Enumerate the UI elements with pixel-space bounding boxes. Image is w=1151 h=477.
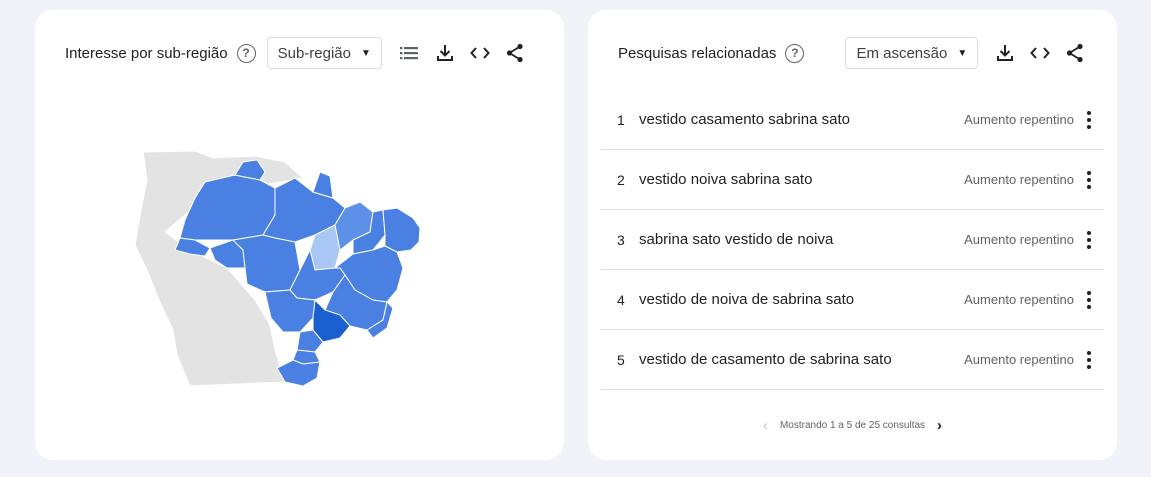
query-link[interactable]: vestido de noiva de sabrina sato bbox=[639, 291, 854, 308]
pagination: ‹ Mostrando 1 a 5 de 25 consultas › bbox=[588, 417, 1117, 434]
subregion-card-title: Interesse por sub-região bbox=[65, 44, 228, 62]
rising-select[interactable]: Em ascensão ▼ bbox=[845, 37, 979, 69]
row-index: 5 bbox=[617, 351, 625, 368]
subregion-interest-card: Interesse por sub-região ? Sub-região ▼ bbox=[35, 10, 564, 460]
subregion-select-value: Sub-região bbox=[277, 44, 351, 62]
query-link[interactable]: sabrina sato vestido de noiva bbox=[639, 231, 833, 248]
query-link[interactable]: vestido noiva sabrina sato bbox=[639, 171, 812, 188]
list-item[interactable]: 5 vestido de casamento de sabrina sato A… bbox=[601, 330, 1104, 390]
list-item[interactable]: 3 sabrina sato vestido de noiva Aumento … bbox=[601, 210, 1104, 270]
more-vert-icon[interactable] bbox=[1082, 110, 1096, 129]
more-vert-icon[interactable] bbox=[1082, 290, 1096, 309]
subregion-card-header: Interesse por sub-região ? Sub-região ▼ bbox=[65, 37, 536, 69]
help-icon[interactable]: ? bbox=[785, 43, 805, 63]
row-index: 3 bbox=[617, 231, 625, 248]
more-vert-icon[interactable] bbox=[1082, 350, 1096, 369]
row-value: Aumento repentino bbox=[964, 172, 1074, 187]
row-value: Aumento repentino bbox=[964, 232, 1074, 247]
help-icon[interactable]: ? bbox=[236, 43, 256, 63]
row-value: Aumento repentino bbox=[964, 292, 1074, 307]
row-index: 1 bbox=[617, 111, 625, 128]
pagination-text: Mostrando 1 a 5 de 25 consultas bbox=[779, 420, 926, 431]
list-item[interactable]: 2 vestido noiva sabrina sato Aumento rep… bbox=[601, 150, 1104, 210]
related-searches-card: Pesquisas relacionadas ? Em ascensão ▼ 1… bbox=[588, 10, 1117, 460]
related-queries-list: 1 vestido casamento sabrina sato Aumento… bbox=[601, 90, 1104, 390]
more-vert-icon[interactable] bbox=[1082, 230, 1096, 249]
more-vert-icon[interactable] bbox=[1082, 170, 1096, 189]
rising-select-value: Em ascensão bbox=[856, 44, 948, 62]
caret-down-icon: ▼ bbox=[957, 47, 968, 59]
related-card-header: Pesquisas relacionadas ? Em ascensão ▼ bbox=[618, 37, 1089, 69]
share-icon[interactable] bbox=[504, 42, 526, 64]
caret-down-icon: ▼ bbox=[360, 47, 371, 59]
query-link[interactable]: vestido casamento sabrina sato bbox=[639, 111, 850, 128]
list-item[interactable]: 1 vestido casamento sabrina sato Aumento… bbox=[601, 90, 1104, 150]
embed-icon[interactable] bbox=[469, 42, 491, 64]
download-icon[interactable] bbox=[994, 42, 1016, 64]
chevron-left-icon[interactable]: ‹ bbox=[763, 417, 768, 434]
query-link[interactable]: vestido de casamento de sabrina sato bbox=[639, 351, 892, 368]
related-card-title: Pesquisas relacionadas bbox=[618, 44, 777, 62]
list-item[interactable]: 4 vestido de noiva de sabrina sato Aumen… bbox=[601, 270, 1104, 330]
row-index: 4 bbox=[617, 291, 625, 308]
brazil-map bbox=[135, 150, 421, 387]
subregion-select[interactable]: Sub-região ▼ bbox=[266, 37, 382, 69]
state-northeast-coast[interactable] bbox=[382, 207, 421, 253]
share-icon[interactable] bbox=[1064, 42, 1086, 64]
chevron-right-icon[interactable]: › bbox=[937, 417, 942, 434]
download-icon[interactable] bbox=[434, 42, 456, 64]
row-value: Aumento repentino bbox=[964, 352, 1074, 367]
list-icon[interactable] bbox=[398, 42, 420, 64]
row-index: 2 bbox=[617, 171, 625, 188]
row-value: Aumento repentino bbox=[964, 112, 1074, 127]
embed-icon[interactable] bbox=[1029, 42, 1051, 64]
